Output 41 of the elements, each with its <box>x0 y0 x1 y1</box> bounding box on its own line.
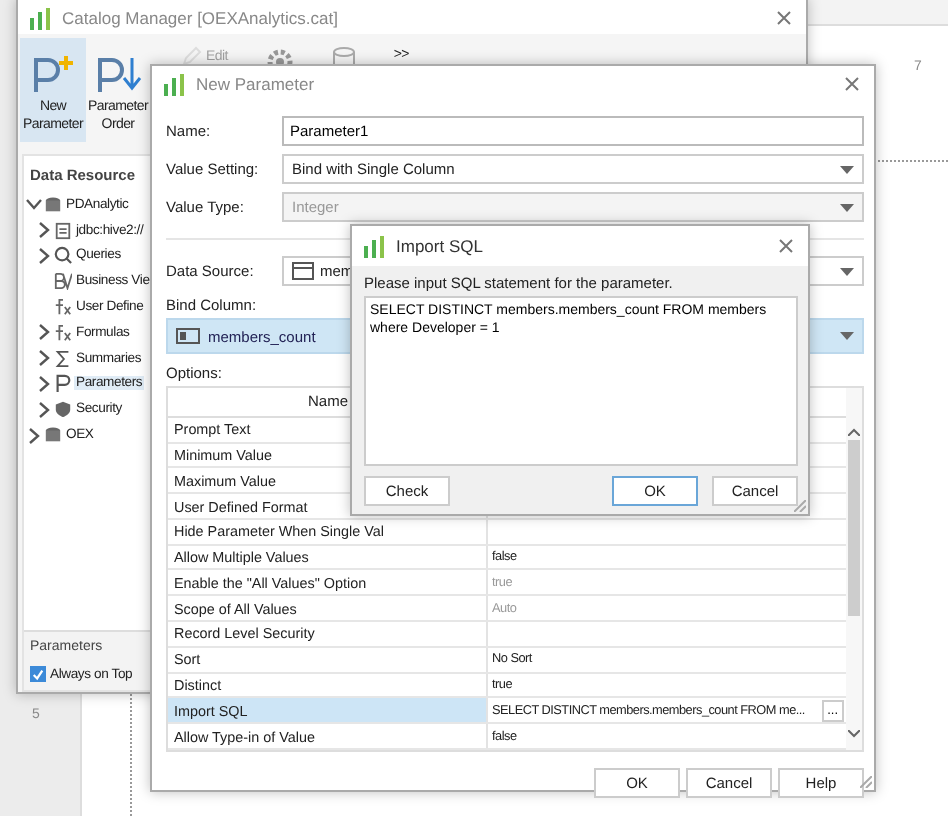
scroll-up-icon <box>848 428 860 436</box>
scrollbar[interactable] <box>846 388 862 750</box>
dropdown-arrow-icon <box>840 332 854 340</box>
parameter-order-icon <box>92 54 144 94</box>
close-icon <box>778 238 794 254</box>
letters-bv-icon <box>54 272 72 291</box>
gear-icon <box>265 46 294 70</box>
dropdown-arrow-icon <box>840 203 854 211</box>
sigma-icon <box>54 349 72 368</box>
database-icon <box>44 426 62 445</box>
chevron-right-icon[interactable] <box>36 401 52 418</box>
chevron-right-icon[interactable] <box>36 247 52 264</box>
function-icon <box>54 298 72 317</box>
dialog-title: New Parameter <box>196 73 317 93</box>
chevron-down-icon[interactable] <box>26 196 42 213</box>
scroll-down-icon <box>848 730 860 738</box>
close-icon <box>844 75 860 91</box>
dropdown-arrow-icon <box>840 165 854 173</box>
magnifier-icon <box>54 246 72 265</box>
shield-icon <box>54 400 72 419</box>
table-icon <box>292 262 314 280</box>
app-logo-icon <box>362 234 386 258</box>
chevron-right-icon[interactable] <box>26 427 42 444</box>
chevron-right-icon[interactable] <box>36 375 52 392</box>
checkbox[interactable] <box>30 666 46 682</box>
window-title: Catalog Manager [OEXAnalytics.cat] <box>62 7 340 27</box>
chevron-right-icon[interactable] <box>36 222 52 239</box>
database-icon <box>44 195 62 214</box>
scroll-thumb[interactable] <box>848 440 860 616</box>
chevron-right-icon[interactable] <box>36 324 52 341</box>
close-icon <box>776 9 792 25</box>
chevron-right-icon[interactable] <box>36 350 52 367</box>
letter-p-icon <box>54 374 72 393</box>
function-icon <box>54 323 72 342</box>
connection-icon <box>54 221 72 240</box>
dropdown-arrow-icon <box>840 267 854 275</box>
column-icon <box>176 328 200 344</box>
app-logo-icon <box>28 5 52 29</box>
app-logo-icon <box>162 71 186 95</box>
pencil-icon <box>182 46 202 66</box>
dialog-title: Import SQL <box>396 236 485 256</box>
